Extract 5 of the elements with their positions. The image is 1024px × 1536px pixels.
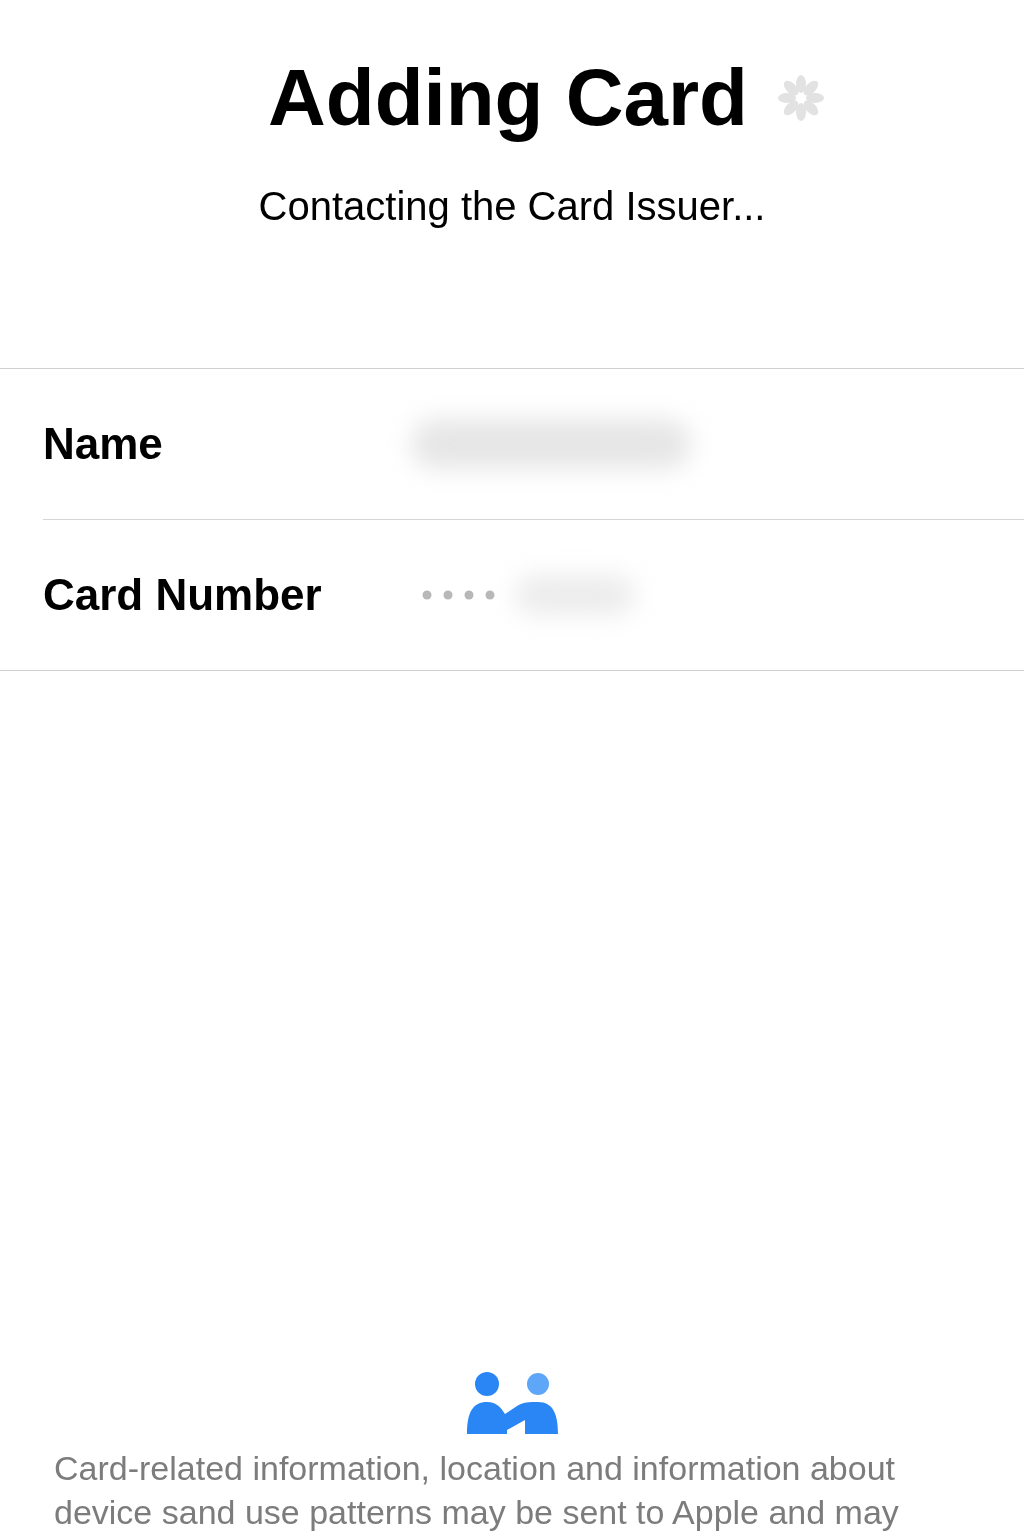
masked-digits-icon (421, 589, 497, 601)
field-label: Card Number (43, 569, 323, 621)
status-subtitle: Contacting the Card Issuer... (258, 183, 766, 230)
field-label: Name (43, 418, 164, 470)
privacy-notice: Card-related information, location and information about device sand use patterns may be sent to Apple and may (53, 1448, 900, 1533)
